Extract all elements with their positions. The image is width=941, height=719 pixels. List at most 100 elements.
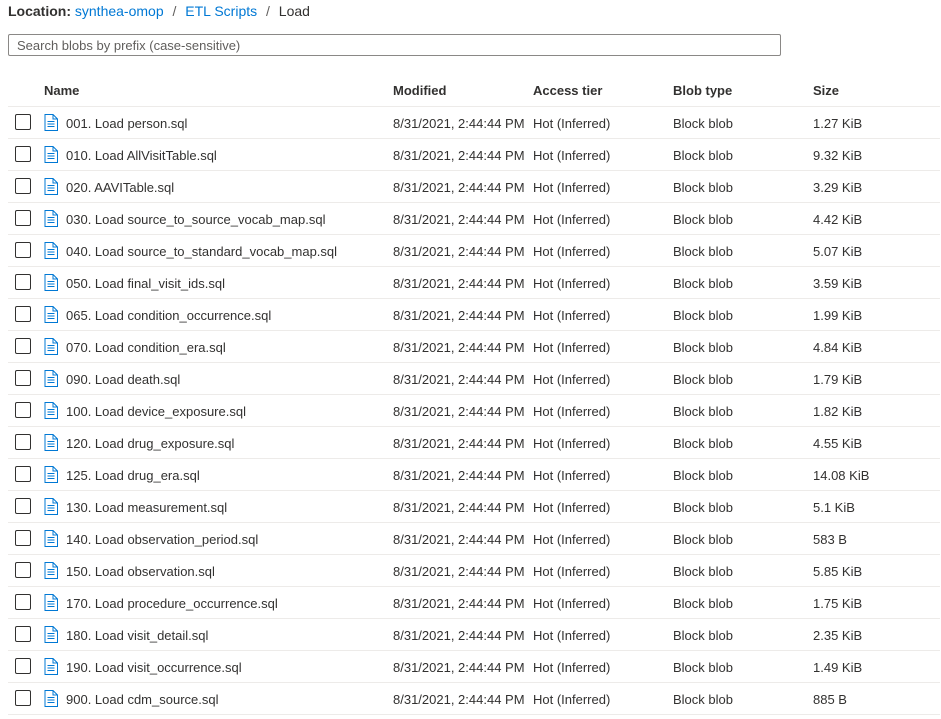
table-row[interactable]: 020. AAVITable.sql 8/31/2021, 2:44:44 PM H… xyxy=(8,171,940,203)
row-checkbox[interactable] xyxy=(15,338,31,354)
column-header-size[interactable]: Size xyxy=(813,83,839,98)
blob-name[interactable]: 090. Load death.sql xyxy=(66,372,180,387)
row-checkbox[interactable] xyxy=(15,178,31,194)
blob-type: Block blob xyxy=(673,500,733,515)
blob-name[interactable]: 050. Load final_visit_ids.sql xyxy=(66,276,225,291)
blob-name[interactable]: 125. Load drug_era.sql xyxy=(66,468,200,483)
row-checkbox[interactable] xyxy=(15,402,31,418)
blob-name[interactable]: 130. Load measurement.sql xyxy=(66,500,227,515)
row-checkbox[interactable] xyxy=(15,210,31,226)
row-checkbox[interactable] xyxy=(15,498,31,514)
row-checkbox[interactable] xyxy=(15,626,31,642)
blob-name[interactable]: 140. Load observation_period.sql xyxy=(66,532,258,547)
table-row[interactable]: 140. Load observation_period.sql 8/31/202… xyxy=(8,523,940,555)
blob-name[interactable]: 030. Load source_to_source_vocab_map.sql xyxy=(66,212,325,227)
blob-size: 583 B xyxy=(813,532,847,547)
blob-name[interactable]: 001. Load person.sql xyxy=(66,116,187,131)
document-icon xyxy=(44,146,58,163)
blob-name[interactable]: 180. Load visit_detail.sql xyxy=(66,628,208,643)
breadcrumb-item-container[interactable]: synthea-omop xyxy=(75,3,164,19)
blob-access-tier: Hot (Inferred) xyxy=(533,308,611,323)
blob-name[interactable]: 900. Load cdm_source.sql xyxy=(66,692,218,707)
table-row[interactable]: 065. Load condition_occurrence.sql 8/31/2… xyxy=(8,299,940,331)
blob-type: Block blob xyxy=(673,244,733,259)
row-checkbox[interactable] xyxy=(15,274,31,290)
document-icon xyxy=(44,690,58,707)
row-checkbox[interactable] xyxy=(15,434,31,450)
row-checkbox[interactable] xyxy=(15,370,31,386)
table-row[interactable]: 120. Load drug_exposure.sql 8/31/2021, 2:… xyxy=(8,427,940,459)
table-row[interactable]: 180. Load visit_detail.sql 8/31/2021, 2:4… xyxy=(8,619,940,651)
blob-name[interactable]: 070. Load condition_era.sql xyxy=(66,340,226,355)
table-row[interactable]: 190. Load visit_occurrence.sql 8/31/2021,… xyxy=(8,651,940,683)
table-row[interactable]: 900. Load cdm_source.sql 8/31/2021, 2:44:… xyxy=(8,683,940,715)
row-checkbox[interactable] xyxy=(15,242,31,258)
blob-name[interactable]: 150. Load observation.sql xyxy=(66,564,215,579)
blob-size: 9.32 KiB xyxy=(813,148,863,163)
column-header-blob-type[interactable]: Blob type xyxy=(673,83,732,98)
search-box[interactable] xyxy=(8,34,781,56)
table-row[interactable]: 040. Load source_to_standard_vocab_map.s… xyxy=(8,235,940,267)
blob-type: Block blob xyxy=(673,564,733,579)
blob-access-tier: Hot (Inferred) xyxy=(533,148,611,163)
table-row[interactable]: 070. Load condition_era.sql 8/31/2021, 2:… xyxy=(8,331,940,363)
breadcrumb-separator: / xyxy=(172,3,177,19)
blob-name[interactable]: 020. AAVITable.sql xyxy=(66,180,174,195)
row-checkbox[interactable] xyxy=(15,306,31,322)
blob-type: Block blob xyxy=(673,628,733,643)
column-header-modified[interactable]: Modified xyxy=(393,83,446,98)
row-checkbox[interactable] xyxy=(15,594,31,610)
blob-modified: 8/31/2021, 2:44:44 PM xyxy=(393,148,525,163)
search-input[interactable] xyxy=(9,35,780,55)
blob-modified: 8/31/2021, 2:44:44 PM xyxy=(393,244,525,259)
blob-type: Block blob xyxy=(673,148,733,163)
row-checkbox[interactable] xyxy=(15,658,31,674)
blob-access-tier: Hot (Inferred) xyxy=(533,244,611,259)
blob-name[interactable]: 190. Load visit_occurrence.sql xyxy=(66,660,242,675)
blob-access-tier: Hot (Inferred) xyxy=(533,212,611,227)
blob-name[interactable]: 170. Load procedure_occurrence.sql xyxy=(66,596,278,611)
blob-name[interactable]: 065. Load condition_occurrence.sql xyxy=(66,308,271,323)
blob-name[interactable]: 100. Load device_exposure.sql xyxy=(66,404,246,419)
document-icon xyxy=(44,306,58,323)
column-header-name[interactable]: Name xyxy=(44,83,79,98)
document-icon xyxy=(44,626,58,643)
table-row[interactable]: 100. Load device_exposure.sql 8/31/2021, … xyxy=(8,395,940,427)
table-row[interactable]: 090. Load death.sql 8/31/2021, 2:44:44 PM… xyxy=(8,363,940,395)
blob-type: Block blob xyxy=(673,596,733,611)
blob-type: Block blob xyxy=(673,468,733,483)
row-checkbox[interactable] xyxy=(15,466,31,482)
blob-access-tier: Hot (Inferred) xyxy=(533,596,611,611)
table-row[interactable]: 150. Load observation.sql 8/31/2021, 2:44… xyxy=(8,555,940,587)
row-checkbox[interactable] xyxy=(15,530,31,546)
table-row[interactable]: 001. Load person.sql 8/31/2021, 2:44:44 P… xyxy=(8,107,940,139)
blob-name[interactable]: 040. Load source_to_standard_vocab_map.s… xyxy=(66,244,337,259)
blob-modified: 8/31/2021, 2:44:44 PM xyxy=(393,564,525,579)
blob-name[interactable]: 120. Load drug_exposure.sql xyxy=(66,436,234,451)
row-checkbox[interactable] xyxy=(15,562,31,578)
row-checkbox[interactable] xyxy=(15,690,31,706)
table-row[interactable]: 125. Load drug_era.sql 8/31/2021, 2:44:44… xyxy=(8,459,940,491)
blob-access-tier: Hot (Inferred) xyxy=(533,116,611,131)
blob-name[interactable]: 010. Load AllVisitTable.sql xyxy=(66,148,217,163)
blob-type: Block blob xyxy=(673,372,733,387)
blob-access-tier: Hot (Inferred) xyxy=(533,628,611,643)
table-row[interactable]: 050. Load final_visit_ids.sql 8/31/2021, … xyxy=(8,267,940,299)
blob-size: 1.79 KiB xyxy=(813,372,863,387)
blob-modified: 8/31/2021, 2:44:44 PM xyxy=(393,500,525,515)
table-row[interactable]: 170. Load procedure_occurrence.sql 8/31/2… xyxy=(8,587,940,619)
document-icon xyxy=(44,530,58,547)
column-header-access-tier[interactable]: Access tier xyxy=(533,83,602,98)
row-checkbox[interactable] xyxy=(15,114,31,130)
blob-size: 4.84 KiB xyxy=(813,340,863,355)
table-row[interactable]: 030. Load source_to_source_vocab_map.sql… xyxy=(8,203,940,235)
blob-modified: 8/31/2021, 2:44:44 PM xyxy=(393,372,525,387)
table-row[interactable]: 130. Load measurement.sql 8/31/2021, 2:44… xyxy=(8,491,940,523)
blob-size: 4.42 KiB xyxy=(813,212,863,227)
table-row[interactable]: 010. Load AllVisitTable.sql 8/31/2021, 2:… xyxy=(8,139,940,171)
breadcrumb-item-folder[interactable]: ETL Scripts xyxy=(185,3,257,19)
row-checkbox[interactable] xyxy=(15,146,31,162)
blob-modified: 8/31/2021, 2:44:44 PM xyxy=(393,468,525,483)
document-icon xyxy=(44,594,58,611)
blob-modified: 8/31/2021, 2:44:44 PM xyxy=(393,596,525,611)
